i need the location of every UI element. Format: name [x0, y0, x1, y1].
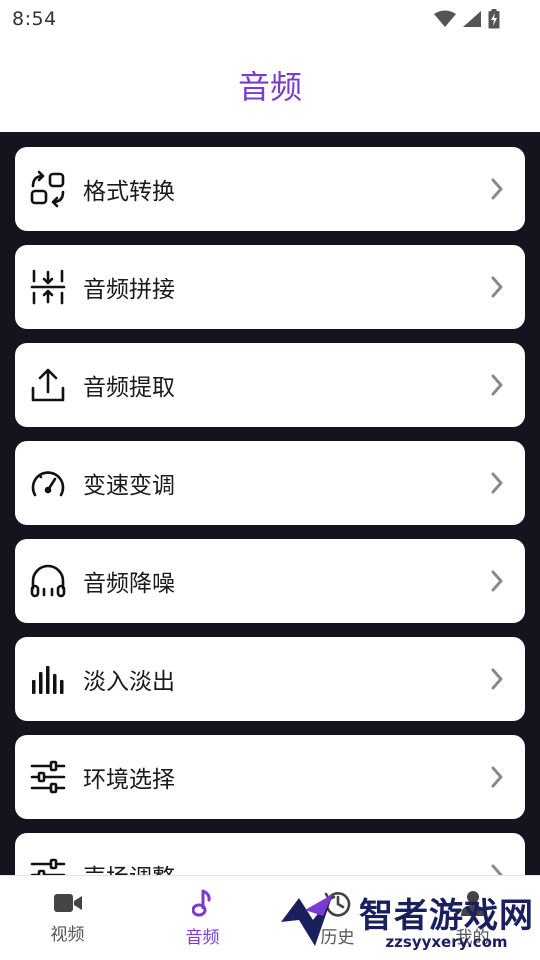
upload-icon: [29, 366, 67, 404]
status-icons: [434, 9, 500, 29]
chevron-right-icon: [487, 470, 507, 496]
menu-item-audio-extract[interactable]: 音频提取: [15, 343, 525, 427]
tab-history[interactable]: 历史: [270, 876, 405, 960]
headphones-icon: [29, 562, 67, 600]
menu-item-format-convert[interactable]: 格式转换: [15, 147, 525, 231]
format-convert-icon: [29, 170, 67, 208]
menu-item-label: 音频提取: [83, 375, 175, 401]
tab-label: 我的: [455, 927, 490, 948]
sliders-icon: [29, 758, 67, 796]
menu-item-label: 格式转换: [83, 179, 175, 205]
menu-item-label: 音频拼接: [83, 277, 175, 303]
wifi-icon: [434, 10, 456, 27]
bottom-tab-bar: 视频 音频 历史 我的: [0, 875, 540, 960]
menu-item-label: 音频降噪: [83, 571, 175, 597]
chevron-right-icon: [487, 372, 507, 398]
tab-label: 历史: [320, 927, 355, 948]
chevron-right-icon: [487, 568, 507, 594]
menu-item-speed-pitch[interactable]: 变速变调: [15, 441, 525, 525]
tab-video[interactable]: 视频: [0, 876, 135, 960]
status-time: 8:54: [12, 8, 57, 30]
menu-item-fade[interactable]: 淡入淡出: [15, 637, 525, 721]
user-icon: [460, 890, 485, 916]
feature-list: 格式转换 音频拼接 音频提取 变速变调 音频降噪 淡入淡出 环境选择: [0, 132, 540, 875]
signal-icon: [463, 11, 481, 27]
header: 音频: [0, 38, 540, 132]
video-camera-icon: [53, 893, 82, 912]
menu-item-label: 环境选择: [83, 767, 175, 793]
menu-item-label: 淡入淡出: [83, 669, 175, 695]
status-bar: 8:54: [0, 0, 540, 38]
chevron-right-icon: [487, 862, 507, 875]
tab-profile[interactable]: 我的: [405, 876, 540, 960]
tab-label: 视频: [50, 924, 85, 945]
speedometer-icon: [29, 464, 67, 502]
battery-icon: [488, 9, 500, 29]
menu-item-label: 声场调整: [83, 858, 487, 875]
sliders-icon: [29, 856, 67, 875]
history-icon: [324, 891, 350, 917]
tab-audio[interactable]: 音频: [135, 876, 270, 960]
menu-item-environment[interactable]: 环境选择: [15, 735, 525, 819]
chevron-right-icon: [487, 176, 507, 202]
tab-label: 音频: [185, 927, 220, 948]
audio-merge-icon: [29, 268, 67, 306]
bar-chart-icon: [29, 660, 67, 698]
chevron-right-icon: [487, 764, 507, 790]
menu-item-noise-reduction[interactable]: 音频降噪: [15, 539, 525, 623]
chevron-right-icon: [487, 666, 507, 692]
page-title: 音频: [237, 68, 302, 106]
menu-item-label: 变速变调: [83, 473, 175, 499]
menu-item-audio-merge[interactable]: 音频拼接: [15, 245, 525, 329]
music-note-icon: [191, 889, 211, 916]
chevron-right-icon: [487, 274, 507, 300]
menu-item-sound-field[interactable]: 声场调整: [15, 833, 525, 875]
